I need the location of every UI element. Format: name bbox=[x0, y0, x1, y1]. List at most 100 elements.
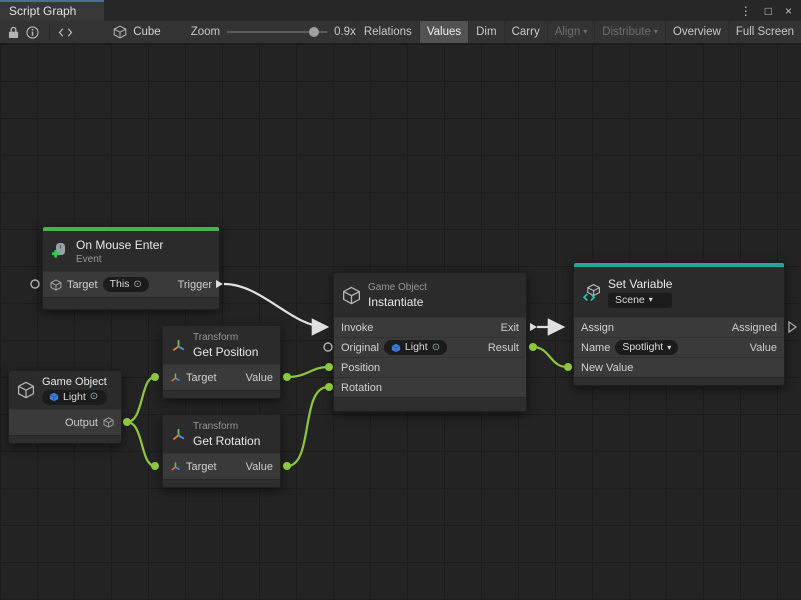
node-category: Transform bbox=[193, 332, 258, 343]
unity-script-graph-window: Script Graph ⋮ □ × bbox=[0, 0, 801, 600]
node-footer bbox=[163, 479, 280, 487]
node-footer bbox=[334, 397, 526, 411]
lock-icon bbox=[8, 26, 19, 39]
port-label-value: Value bbox=[246, 461, 273, 473]
node-header: On Mouse Enter Event bbox=[43, 231, 219, 271]
zoom-control: Zoom 0.9x bbox=[191, 25, 356, 39]
variable-name-dropdown[interactable]: Spotlight ▾ bbox=[615, 340, 678, 355]
port-label-assign: Assign bbox=[581, 322, 614, 334]
port-row: Target Value bbox=[163, 453, 280, 479]
port-row-name: Name Spotlight ▾ Value bbox=[574, 337, 784, 357]
code-view-button[interactable] bbox=[56, 23, 75, 42]
graph-toolbar: Cube Zoom 0.9x Relations Values Dim Carr… bbox=[0, 21, 801, 44]
node-footer bbox=[574, 377, 784, 385]
port-row-assign: Assign Assigned bbox=[574, 317, 784, 337]
object-picker-icon[interactable]: ⊙ bbox=[90, 392, 98, 402]
port-label-position: Position bbox=[341, 362, 380, 374]
node-footer bbox=[163, 390, 280, 398]
game-object-type-icon bbox=[103, 417, 114, 428]
port-row-invoke: Invoke Exit bbox=[334, 317, 526, 337]
port-label-original: Original bbox=[341, 342, 379, 354]
window-controls: ⋮ □ × bbox=[740, 0, 801, 21]
original-value-chip[interactable]: Light ⊙ bbox=[384, 340, 447, 355]
window-maximize-icon[interactable]: □ bbox=[765, 5, 772, 17]
port-label-value: Value bbox=[246, 372, 273, 384]
mouse-enter-event-icon bbox=[51, 242, 69, 260]
transform-icon bbox=[171, 338, 186, 353]
node-instantiate[interactable]: Game Object Instantiate Invoke Exit Orig… bbox=[333, 272, 527, 412]
light-object-icon bbox=[391, 343, 401, 353]
object-value-chip[interactable]: Light ⊙ bbox=[42, 390, 107, 405]
port-label-trigger: Trigger bbox=[178, 279, 212, 291]
port-label-invoke: Invoke bbox=[341, 322, 373, 334]
port-label-name: Name bbox=[581, 342, 610, 354]
zoom-slider[interactable] bbox=[227, 25, 327, 39]
port-label-target: Target bbox=[67, 279, 98, 291]
object-picker-icon[interactable]: ⊙ bbox=[133, 280, 141, 290]
node-header: Transform Get Rotation bbox=[163, 415, 280, 453]
cube-icon bbox=[113, 25, 127, 39]
node-game-object-light[interactable]: Game Object Light ⊙ Output bbox=[8, 370, 122, 444]
zoom-label: Zoom bbox=[191, 26, 220, 38]
relations-button[interactable]: Relations bbox=[356, 21, 419, 43]
node-get-rotation[interactable]: Transform Get Rotation Target Value bbox=[162, 414, 281, 488]
port-row: Target Value bbox=[163, 364, 280, 390]
dropdown-arrow-icon: ▾ bbox=[654, 28, 658, 36]
info-button[interactable] bbox=[23, 23, 42, 42]
port-row-output: Output bbox=[9, 409, 121, 435]
transform-type-icon bbox=[170, 461, 181, 472]
values-button[interactable]: Values bbox=[419, 21, 468, 43]
light-object-icon bbox=[49, 392, 59, 402]
align-button[interactable]: Align▾ bbox=[547, 21, 595, 43]
node-footer bbox=[43, 297, 219, 309]
transform-icon bbox=[171, 427, 186, 442]
view-buttons: Relations Values Dim Carry Align▾ Distri… bbox=[356, 21, 801, 43]
transform-type-icon bbox=[170, 372, 181, 383]
port-label-rotation: Rotation bbox=[341, 382, 382, 394]
overview-button[interactable]: Overview bbox=[665, 21, 728, 43]
node-on-mouse-enter[interactable]: On Mouse Enter Event Target This ⊙ Trigg… bbox=[42, 226, 220, 310]
zoom-slider-knob[interactable] bbox=[309, 27, 319, 37]
tab-title: Script Graph bbox=[9, 4, 76, 18]
port-row-rotation: Rotation bbox=[334, 377, 526, 397]
node-header: Set Variable Scene ▾ bbox=[574, 267, 784, 317]
window-close-icon[interactable]: × bbox=[785, 5, 792, 17]
dropdown-arrow-icon: ▾ bbox=[649, 296, 653, 304]
game-object-cube-icon bbox=[342, 286, 361, 305]
port-label-assigned: Assigned bbox=[732, 322, 777, 334]
lock-button[interactable] bbox=[4, 23, 23, 42]
target-value-chip[interactable]: This ⊙ bbox=[103, 277, 149, 292]
variable-scope-dropdown[interactable]: Scene ▾ bbox=[608, 293, 672, 308]
node-subtitle: Event bbox=[76, 254, 163, 265]
graph-name-label: Cube bbox=[133, 26, 161, 38]
node-title: On Mouse Enter bbox=[76, 238, 163, 252]
distribute-button[interactable]: Distribute▾ bbox=[594, 21, 665, 43]
window-menu-icon[interactable]: ⋮ bbox=[740, 5, 752, 17]
node-get-position[interactable]: Transform Get Position Target Value bbox=[162, 325, 281, 399]
game-object-type-icon bbox=[50, 279, 62, 291]
code-icon bbox=[58, 27, 73, 38]
node-set-variable[interactable]: Set Variable Scene ▾ Assign Assigned Nam… bbox=[573, 262, 785, 386]
object-picker-icon[interactable]: ⊙ bbox=[432, 343, 440, 353]
dim-button[interactable]: Dim bbox=[468, 21, 503, 43]
tab-script-graph[interactable]: Script Graph bbox=[0, 0, 104, 21]
carry-button[interactable]: Carry bbox=[504, 21, 547, 43]
node-title: Get Position bbox=[193, 345, 258, 359]
port-row-position: Position bbox=[334, 357, 526, 377]
port-label-output: Output bbox=[65, 417, 98, 429]
port-label-exit: Exit bbox=[501, 322, 519, 334]
graph-name: Cube bbox=[113, 25, 161, 39]
full-screen-button[interactable]: Full Screen bbox=[728, 21, 801, 43]
game-object-cube-icon bbox=[17, 381, 35, 399]
node-title: Game Object bbox=[42, 376, 107, 388]
port-label-result: Result bbox=[488, 342, 519, 354]
node-title: Get Rotation bbox=[193, 434, 260, 448]
port-row-original: Original Light ⊙ Result bbox=[334, 337, 526, 357]
set-variable-icon bbox=[582, 283, 601, 302]
toolbar-separator bbox=[49, 25, 50, 40]
info-icon bbox=[26, 26, 39, 39]
tab-bar: Script Graph ⋮ □ × bbox=[0, 0, 801, 21]
port-label-target: Target bbox=[186, 372, 217, 384]
node-category: Game Object bbox=[368, 282, 427, 293]
dropdown-arrow-icon: ▾ bbox=[667, 344, 671, 352]
